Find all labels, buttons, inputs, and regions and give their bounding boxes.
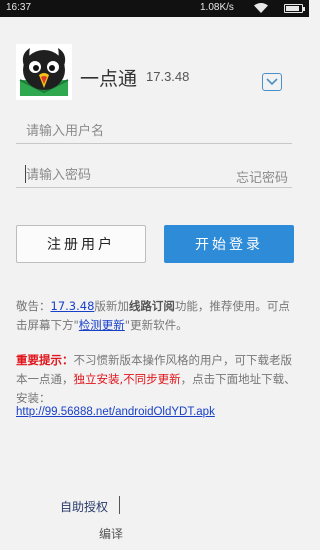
important-notice: 重要提示：不习惯新版本操作风格的用户，可下载老版本一点通，独立安装,不同步更新，… — [16, 351, 296, 408]
download-url-link[interactable]: http://99.56888.net/androidOldYDT.apk — [16, 406, 215, 418]
battery-fill — [286, 6, 299, 11]
username-input[interactable] — [26, 120, 226, 142]
app-version: 17.3.48 — [146, 69, 190, 84]
status-bar: 16:37 1.08K/s — [0, 0, 309, 17]
wifi-icon — [254, 3, 268, 16]
status-net-speed: 1.08K/s — [200, 2, 234, 13]
notice-part1: 版新加 — [94, 299, 129, 313]
register-button[interactable]: 注册用户 — [16, 225, 146, 263]
check-update-link[interactable]: 检测更新 — [79, 318, 125, 332]
translate-link[interactable]: 编译 — [99, 525, 123, 542]
login-button[interactable]: 开始登录 — [164, 225, 294, 263]
divider — [119, 496, 120, 514]
self-auth-link[interactable]: 自助授权 — [60, 498, 108, 515]
notice-text: 敬告：17.3.48版新加线路订阅功能，推荐使用。可点击屏幕下方"检测更新"更新… — [16, 297, 296, 335]
version-link[interactable]: 17.3.48 — [51, 299, 95, 313]
username-field-container — [16, 116, 292, 144]
important-label: 重要提示： — [16, 353, 74, 367]
battery-icon — [284, 4, 305, 13]
chevron-down-box-icon[interactable] — [262, 73, 282, 91]
parrot-logo-icon — [16, 44, 72, 100]
notice-part3: "更新软件。 — [124, 318, 188, 332]
important-emphasis: 独立安装,不同步更新 — [73, 372, 181, 386]
forgot-password-link[interactable]: 忘记密码 — [236, 167, 288, 186]
password-field-container: 忘记密码 — [16, 160, 292, 188]
app-name: 一点通 — [80, 68, 138, 90]
password-input[interactable] — [26, 164, 226, 186]
notice-prefix: 敬告： — [16, 299, 51, 313]
notice-feature: 线路订阅 — [128, 299, 175, 313]
status-time: 16:37 — [6, 2, 32, 13]
